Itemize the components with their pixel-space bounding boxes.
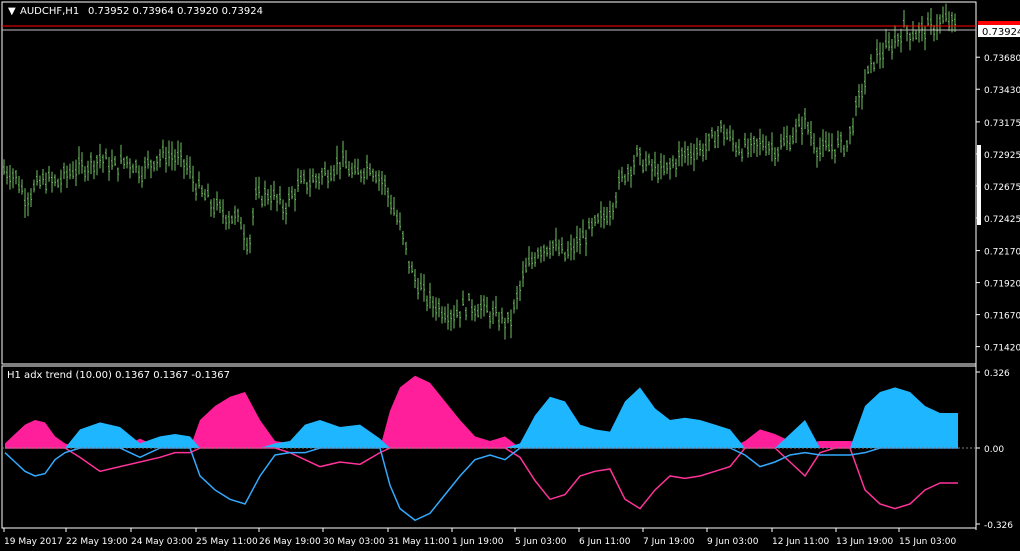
price-panel-frame [1,1,977,365]
ohlc-values: 0.73952 0.73964 0.73920 0.73924 [88,6,263,17]
time-tick-label: 12 Jun 11:00 [772,537,829,547]
current-price-label: 0.73924 [982,27,1020,38]
dropdown-triangle-icon[interactable]: ▼ [8,6,16,17]
price-tick-label: 0.71420 [984,344,1020,354]
time-tick-label: 31 May 11:00 [388,537,450,547]
price-plot [3,3,956,340]
price-tick-label: 0.71920 [984,280,1020,290]
time-tick-label: 24 May 03:00 [131,537,193,547]
time-tick-label: 7 Jun 19:00 [643,537,695,547]
time-tick-label: 9 Jun 03:00 [707,537,759,547]
price-tick-label: 0.72925 [984,151,1020,161]
price-tick-label: 0.73175 [984,119,1020,129]
time-tick-label: 6 Jun 11:00 [579,537,631,547]
chart-canvas: ▼ AUDCHF,H1 0.73952 0.73964 0.73920 0.73… [1,1,1020,547]
price-tick-label: 0.72425 [984,215,1020,225]
time-tick-label: 13 Jun 19:00 [836,537,893,547]
price-tick-label: 0.73680 [984,54,1020,64]
time-tick-label: 5 Jun 03:00 [515,537,567,547]
time-tick-label: 25 May 11:00 [196,537,258,547]
scroll-indicator[interactable] [977,145,981,225]
time-tick-label: 26 May 19:00 [259,537,321,547]
price-tick-label: 0.72675 [984,183,1020,193]
indicator-tick-label: -0.326 [984,521,1013,531]
indicator-label: H1 adx trend (10.00) 0.1367 0.1367 -0.13… [7,370,230,381]
time-tick-label: 22 May 19:00 [66,537,128,547]
blue-line [4,447,958,522]
time-tick-label: 15 Jun 03:00 [899,537,956,547]
symbol-label: AUDCHF,H1 [20,6,79,17]
time-tick-label: 1 Jun 19:00 [452,537,504,547]
price-tick-label: 0.73430 [984,86,1020,96]
time-tick-label: 30 May 03:00 [323,537,385,547]
price-tick-label: 0.72170 [984,248,1020,258]
price-axis: 0.73680 0.73430 0.73175 0.72925 0.72675 0.724… [976,54,1020,354]
indicator-tick-label: 0.326 [984,369,1010,379]
time-axis: 19 May 2017 22 May 19:00 24 May 03:00 25 Ma… [3,528,956,547]
indicator-tick-label: 0.00 [984,445,1004,455]
pink-area [5,375,958,448]
time-tick-label: 19 May 2017 [4,537,63,547]
price-tick-label: 0.71670 [984,312,1020,322]
